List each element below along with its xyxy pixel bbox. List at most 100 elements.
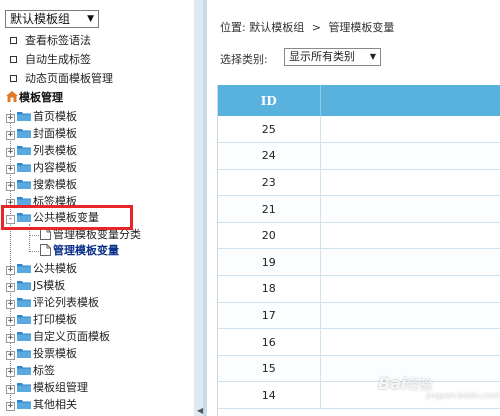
collapse-left-icon[interactable]: ◀ [197,406,203,415]
cell-id: 25 [218,116,321,144]
category-select-value: 显示所有类别 [289,50,355,63]
expand-icon[interactable]: + [6,351,15,360]
tree-node-content-template[interactable]: + 内容模板 [6,159,77,176]
table-row[interactable]: 16 [218,328,500,356]
tree-node-label: 首页模板 [33,110,77,123]
folder-icon [17,281,31,290]
expand-icon[interactable]: + [6,368,15,377]
expand-icon[interactable]: + [6,385,15,394]
cell-id: 15 [218,355,321,383]
baidu-watermark: Bai经验 jingyan.baidu.com [378,374,500,400]
expand-icon[interactable]: + [6,283,15,292]
folder-icon [17,180,31,189]
chevron-down-icon: ▼ [87,14,94,24]
template-tree-panel: 默认模板组 ▼ 查看标签语法 自动生成标签 动态页面模板管理 模板管理 + 首页模… [0,0,194,416]
cell-name [320,275,500,303]
tree-node-js-template[interactable]: + JS模板 [6,277,65,294]
auto-generate-tag-link[interactable]: 自动生成标签 [10,52,91,68]
breadcrumb-prefix: 位置: [220,21,246,34]
tree-node-label: 标签 [33,364,55,377]
tree-root[interactable]: 模板管理 [6,90,63,106]
expand-icon[interactable]: + [6,402,15,411]
tree-node-label: 打印模板 [33,313,77,326]
tree-subnode-label: 管理模板变量 [53,244,119,257]
watermark-url: jingyan.baidu.com [426,391,500,400]
breadcrumb-group-link[interactable]: 默认模板组 [249,21,304,34]
folder-icon [17,400,31,409]
tree-node-comment-list-template[interactable]: + 评论列表模板 [6,294,99,311]
document-icon [40,244,51,256]
template-group-value: 默认模板组 [10,12,71,26]
view-tag-syntax-link[interactable]: 查看标签语法 [10,33,91,49]
breadcrumb-separator: > [311,21,321,34]
folder-icon [17,383,31,392]
cell-id: 19 [218,248,321,277]
table-row[interactable]: 20 [218,222,500,250]
tree-node-homepage-template[interactable]: + 首页模板 [6,108,77,125]
tree-node-other-related[interactable]: + 其他相关 [6,396,77,413]
main-content: 位置: 默认模板组 > 管理模板变量 选择类别: 显示所有类别 ▼ ID 25 … [207,0,500,416]
tool-link-label: 查看标签语法 [25,34,91,47]
house-icon [6,91,18,102]
dynamic-page-template-link[interactable]: 动态页面模板管理 [10,71,113,87]
category-filter-label: 选择类别: [220,53,268,66]
expand-icon[interactable]: + [6,317,15,326]
tool-link-label: 动态页面模板管理 [25,72,113,85]
cell-id: 21 [218,195,321,223]
panel-splitter[interactable]: ◀ [194,0,207,416]
chevron-down-icon: ▼ [369,52,376,61]
cell-name [320,169,500,197]
variables-table: ID 25 24 23 21 20 19 18 17 16 15 14 [217,85,500,416]
tree-node-print-template[interactable]: + 打印模板 [6,311,77,328]
column-header-name [320,85,500,116]
folder-icon [17,146,31,155]
column-header-id[interactable]: ID [218,85,321,116]
tree-node-search-template[interactable]: + 搜索模板 [6,176,77,193]
expand-icon[interactable]: + [6,300,15,309]
breadcrumb-current-page[interactable]: 管理模板变量 [328,21,394,34]
tree-guide-line [29,251,39,252]
cell-id: 14 [218,381,321,410]
cell-name [320,142,500,170]
expand-icon[interactable]: + [6,182,15,191]
tree-node-tags[interactable]: + 标签 [6,362,55,379]
tree-node-label: 自定义页面模板 [33,330,110,343]
table-row[interactable]: 17 [218,302,500,330]
tree-subnode-manage-template-variables[interactable]: 管理模板变量 [40,243,119,259]
tree-node-template-group-management[interactable]: + 模板组管理 [6,379,88,396]
cell-name [320,116,500,144]
tree-node-label: 内容模板 [33,161,77,174]
cell-id: 24 [218,142,321,170]
expand-icon[interactable]: + [6,131,15,140]
tree-node-label: 列表模板 [33,144,77,157]
category-select[interactable]: 显示所有类别 ▼ [284,48,381,66]
checkbox-icon [10,37,17,44]
tree-node-list-template[interactable]: + 列表模板 [6,142,77,159]
expand-icon[interactable]: + [6,266,15,275]
tree-node-custom-page-template[interactable]: + 自定义页面模板 [6,328,110,345]
expand-icon[interactable]: + [6,334,15,343]
table-row[interactable]: 21 [218,195,500,223]
table-row[interactable]: 23 [218,169,500,197]
expand-icon[interactable]: + [6,148,15,157]
tree-node-label: 投票模板 [33,347,77,360]
expand-icon[interactable]: + [6,114,15,123]
tree-node-vote-template[interactable]: + 投票模板 [6,345,77,362]
table-row[interactable]: 19 [218,248,500,277]
tree-node-cover-template[interactable]: + 封面模板 [6,125,77,142]
table-row[interactable]: 24 [218,142,500,170]
cell-name [320,302,500,330]
checkbox-icon [10,75,17,82]
tool-link-label: 自动生成标签 [25,53,91,66]
expand-icon[interactable]: + [6,165,15,174]
tree-node-public-template[interactable]: + 公共模板 [6,260,77,277]
tree-node-label: 评论列表模板 [33,296,99,309]
tree-guide-line [29,235,39,236]
template-group-select[interactable]: 默认模板组 ▼ [5,10,99,28]
folder-icon [17,349,31,358]
cell-id: 17 [218,302,321,330]
table-row[interactable]: 18 [218,275,500,303]
table-row[interactable]: 25 [218,116,500,144]
folder-icon [17,112,31,121]
folder-icon [17,315,31,324]
